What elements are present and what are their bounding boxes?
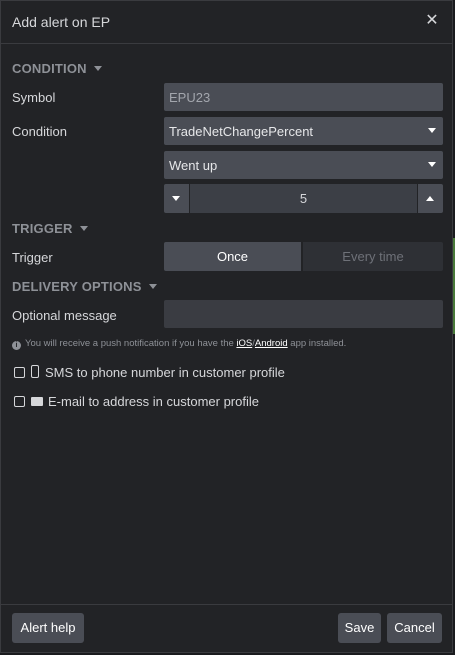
email-checkbox[interactable] bbox=[14, 396, 25, 407]
increment-button[interactable] bbox=[418, 184, 443, 213]
sms-option-label: SMS to phone number in customer profile bbox=[45, 365, 285, 380]
push-notification-info: i You will receive a push notification if… bbox=[12, 338, 346, 350]
decrement-button[interactable] bbox=[164, 184, 189, 213]
delivery-section-label: DELIVERY OPTIONS bbox=[12, 279, 142, 294]
info-text-prefix: You will receive a push notification if … bbox=[25, 338, 234, 349]
trigger-every-time-toggle[interactable]: Every time bbox=[303, 242, 443, 271]
sms-checkbox[interactable] bbox=[14, 367, 25, 378]
condition-section-label: CONDITION bbox=[12, 61, 87, 76]
close-icon[interactable]: ✕ bbox=[424, 12, 440, 30]
symbol-field: EPU23 bbox=[164, 83, 443, 111]
android-link[interactable]: Android bbox=[255, 338, 288, 349]
save-button[interactable]: Save bbox=[338, 613, 381, 643]
trigger-section-label: TRIGGER bbox=[12, 221, 73, 236]
alert-help-button[interactable]: Alert help bbox=[12, 613, 84, 643]
triangle-down-icon bbox=[172, 196, 180, 201]
chevron-down-icon bbox=[428, 128, 436, 133]
symbol-value: EPU23 bbox=[169, 90, 211, 105]
condition-select-value: TradeNetChangePercent bbox=[169, 124, 314, 139]
trigger-label: Trigger bbox=[12, 250, 53, 265]
chevron-down-icon bbox=[79, 226, 88, 231]
chevron-down-icon bbox=[428, 162, 436, 167]
chevron-down-icon bbox=[148, 284, 157, 289]
envelope-icon bbox=[31, 397, 43, 406]
info-icon: i bbox=[12, 341, 21, 350]
cancel-button[interactable]: Cancel bbox=[387, 613, 442, 643]
info-text-suffix: app installed. bbox=[290, 338, 347, 349]
dialog-header: Add alert on EP ✕ bbox=[1, 1, 452, 44]
trigger-once-toggle[interactable]: Once bbox=[164, 242, 301, 271]
triangle-up-icon bbox=[426, 196, 434, 201]
optional-message-input[interactable] bbox=[164, 300, 443, 328]
footer-divider bbox=[1, 604, 452, 605]
email-option-row: E-mail to address in customer profile bbox=[14, 394, 259, 409]
condition-section-title[interactable]: CONDITION bbox=[12, 61, 102, 76]
direction-select-value: Went up bbox=[169, 158, 218, 173]
mobile-phone-icon bbox=[31, 365, 39, 378]
trigger-section-title[interactable]: TRIGGER bbox=[12, 221, 88, 236]
email-option-label: E-mail to address in customer profile bbox=[48, 394, 259, 409]
delivery-section-title[interactable]: DELIVERY OPTIONS bbox=[12, 279, 157, 294]
add-alert-dialog: Add alert on EP ✕ CONDITION Symbol EPU23… bbox=[0, 0, 453, 653]
symbol-label: Symbol bbox=[12, 90, 56, 105]
sms-option-row: SMS to phone number in customer profile bbox=[14, 365, 285, 380]
condition-select[interactable]: TradeNetChangePercent bbox=[164, 117, 443, 145]
ios-link[interactable]: iOS bbox=[236, 338, 252, 349]
direction-select[interactable]: Went up bbox=[164, 151, 443, 179]
optional-message-label: Optional message bbox=[12, 308, 117, 323]
dialog-title: Add alert on EP bbox=[12, 14, 111, 30]
threshold-input[interactable]: 5 bbox=[190, 184, 417, 213]
chevron-down-icon bbox=[93, 66, 102, 71]
condition-label: Condition bbox=[12, 124, 67, 139]
threshold-stepper: 5 bbox=[164, 184, 443, 213]
